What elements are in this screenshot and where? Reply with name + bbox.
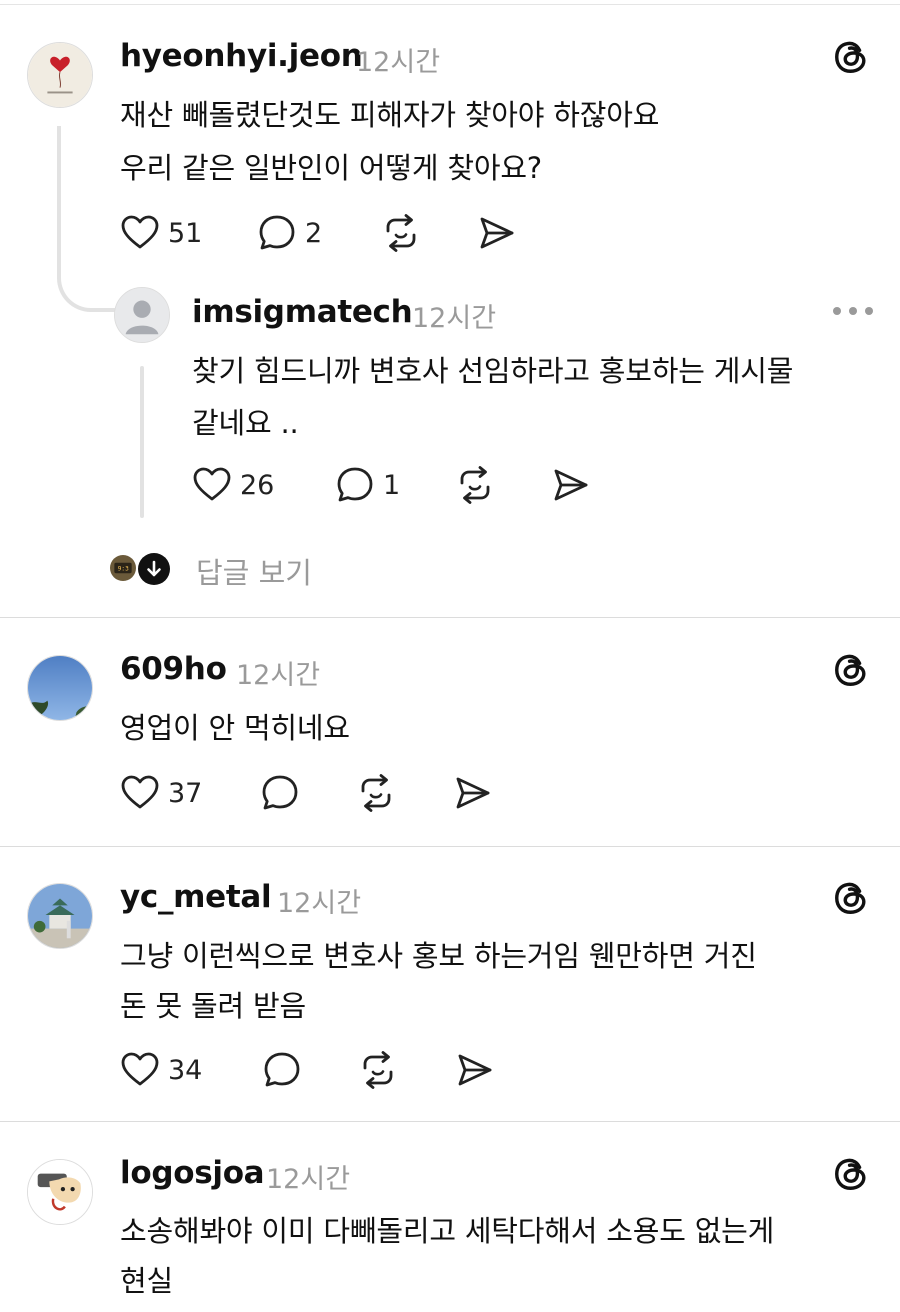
more-options-icon[interactable]: [833, 305, 873, 317]
send-icon: [452, 773, 492, 813]
reply-button[interactable]: 2: [257, 213, 322, 253]
top-divider: [0, 4, 900, 5]
threads-logo-icon[interactable]: [832, 38, 870, 76]
reply-text-line: 찾기 힘드니까 변호사 선임하라고 홍보하는 게시물: [192, 354, 794, 388]
repost-icon: [356, 773, 396, 813]
post-timestamp: 12시간: [266, 1164, 351, 1195]
post-text-line: 돈 못 돌려 받음: [120, 989, 306, 1023]
share-button[interactable]: [476, 213, 516, 253]
repost-icon: [358, 1050, 398, 1090]
post-text-line: 영업이 안 먹히네요: [120, 711, 350, 745]
balloon-avatar-icon[interactable]: [27, 42, 93, 108]
comment-bubble-icon: [262, 1050, 302, 1090]
like-count: 37: [168, 777, 203, 809]
replier-mini-avatar: 9:3: [108, 553, 138, 583]
post-timestamp: 12시간: [277, 888, 362, 919]
share-button[interactable]: [454, 1050, 494, 1090]
default-person-avatar-icon[interactable]: [114, 287, 170, 343]
post-text-line: 현실: [120, 1264, 173, 1298]
post-timestamp: 12시간: [356, 47, 441, 78]
sky-avatar-icon[interactable]: [27, 655, 93, 721]
reply-button[interactable]: [262, 1050, 302, 1090]
send-icon: [454, 1050, 494, 1090]
threads-logo-icon[interactable]: [832, 651, 870, 689]
reply-timestamp: 12시간: [412, 303, 497, 334]
send-icon: [550, 465, 590, 505]
comment-bubble-icon: [260, 773, 300, 813]
post-username[interactable]: hyeonhyi.jeon: [120, 38, 363, 74]
repost-button[interactable]: [356, 773, 396, 813]
post-username[interactable]: 609ho: [120, 651, 227, 687]
post-username[interactable]: yc_metal: [120, 879, 272, 915]
repost-button[interactable]: [358, 1050, 398, 1090]
threads-logo-icon[interactable]: [832, 879, 870, 917]
post-text-line: 그냥 이런씩으로 변호사 홍보 하는거임 웬만하면 거진: [120, 939, 757, 973]
like-button[interactable]: 37: [120, 773, 202, 813]
reply-button[interactable]: 1: [335, 465, 400, 505]
like-button[interactable]: 26: [192, 465, 274, 505]
repost-icon: [455, 465, 495, 505]
like-count: 51: [168, 217, 203, 249]
cartoon-avatar-icon[interactable]: [27, 1159, 93, 1225]
post-text-line: 재산 빼돌렸단것도 피해자가 찾아야 하잖아요: [120, 98, 660, 132]
heart-icon: [120, 1050, 160, 1090]
share-button[interactable]: [550, 465, 590, 505]
like-button[interactable]: 51: [120, 213, 202, 253]
heart-icon: [192, 465, 232, 505]
repost-button[interactable]: [455, 465, 495, 505]
threads-logo-icon[interactable]: [832, 1155, 870, 1193]
post-divider: [0, 617, 900, 618]
thread-connector-line: [57, 126, 119, 312]
reply-button[interactable]: [260, 773, 300, 813]
send-icon: [476, 213, 516, 253]
reply-text-line: 같네요 ..: [192, 406, 299, 440]
arrow-down-icon[interactable]: [138, 553, 170, 585]
reply-count: 1: [383, 469, 401, 501]
like-button[interactable]: 34: [120, 1050, 202, 1090]
like-count: 26: [240, 469, 275, 501]
reply-username[interactable]: imsigmatech: [192, 294, 413, 330]
post-divider: [0, 846, 900, 847]
view-replies-link[interactable]: 답글 보기: [196, 550, 312, 592]
repost-icon: [381, 213, 421, 253]
comment-bubble-icon: [335, 465, 375, 505]
svg-text:9:3: 9:3: [118, 566, 129, 573]
post-divider: [0, 1121, 900, 1122]
like-count: 34: [168, 1054, 203, 1086]
reply-thread-line: [140, 366, 144, 518]
post-username[interactable]: logosjoa: [120, 1155, 265, 1191]
post-timestamp: 12시간: [236, 660, 321, 691]
comment-bubble-icon: [257, 213, 297, 253]
heart-icon: [120, 773, 160, 813]
post-text-line: 우리 같은 일반인이 어떻게 찾아요?: [120, 151, 542, 185]
heart-icon: [120, 213, 160, 253]
castle-avatar-icon[interactable]: [27, 883, 93, 949]
reply-count: 2: [305, 217, 323, 249]
share-button[interactable]: [452, 773, 492, 813]
repost-button[interactable]: [381, 213, 421, 253]
post-text-line: 소송해봐야 이미 다빼돌리고 세탁다해서 소용도 없는게: [120, 1214, 775, 1248]
